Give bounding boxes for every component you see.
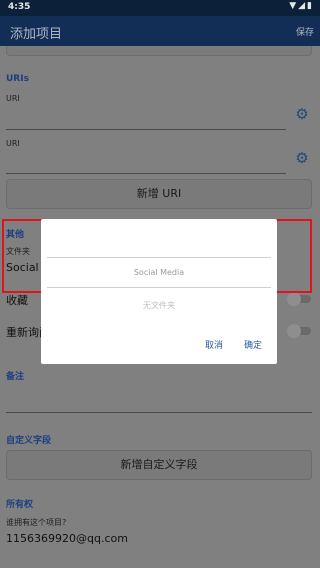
other-section-title: 其他 [6, 230, 25, 240]
notes-section-title: 备注 [6, 372, 25, 382]
dialog-divider [47, 287, 271, 288]
favorite-toggle[interactable] [287, 292, 311, 306]
uri-1-label: URI [6, 94, 20, 103]
add-custom-field-button[interactable]: 新增自定义字段 [6, 450, 312, 480]
gear-icon[interactable]: ⚙ [294, 106, 310, 122]
gear-icon[interactable]: ⚙ [294, 150, 310, 166]
custom-fields-section-title: 自定义字段 [6, 436, 52, 446]
reprompt-toggle[interactable] [287, 324, 311, 338]
notes-input[interactable] [6, 412, 312, 413]
ok-button[interactable]: 确定 [244, 338, 262, 351]
ownership-section-title: 所有权 [6, 500, 34, 510]
folder-label: 文件夹 [6, 247, 30, 256]
owner-value[interactable]: 1156369920@qq.com [6, 532, 128, 545]
cancel-button[interactable]: 取消 [205, 338, 223, 351]
app-bar: 添加项目 保存 [0, 16, 320, 46]
folder-dialog: Social Media 无文件夹 取消 确定 [41, 219, 277, 364]
favorite-label: 收藏 [6, 294, 28, 307]
owner-question: 谁拥有这个项目? [6, 518, 67, 527]
folder-option-no-folder[interactable]: 无文件夹 [41, 300, 277, 311]
status-time: 4:35 [8, 2, 31, 12]
uri-2-label: URI [6, 139, 20, 148]
add-uri-button[interactable]: 新增 URI [6, 179, 312, 209]
folder-option-social-media[interactable]: Social Media [47, 259, 271, 287]
previous-card-edge [6, 46, 312, 56]
status-icons: ▼◢▮ [289, 1, 314, 11]
uris-section-title: URIs [6, 74, 29, 84]
dialog-divider [47, 257, 271, 258]
status-bar: 4:35 ▼◢▮ [0, 0, 320, 16]
save-button[interactable]: 保存 [296, 25, 314, 38]
screen: 4:35 ▼◢▮ 添加项目 保存 URIs URI ⚙ URI ⚙ 新增 URI… [0, 0, 320, 568]
uri-1-input[interactable] [6, 129, 286, 130]
uri-2-input[interactable] [6, 173, 286, 174]
page-title: 添加项目 [10, 27, 63, 42]
